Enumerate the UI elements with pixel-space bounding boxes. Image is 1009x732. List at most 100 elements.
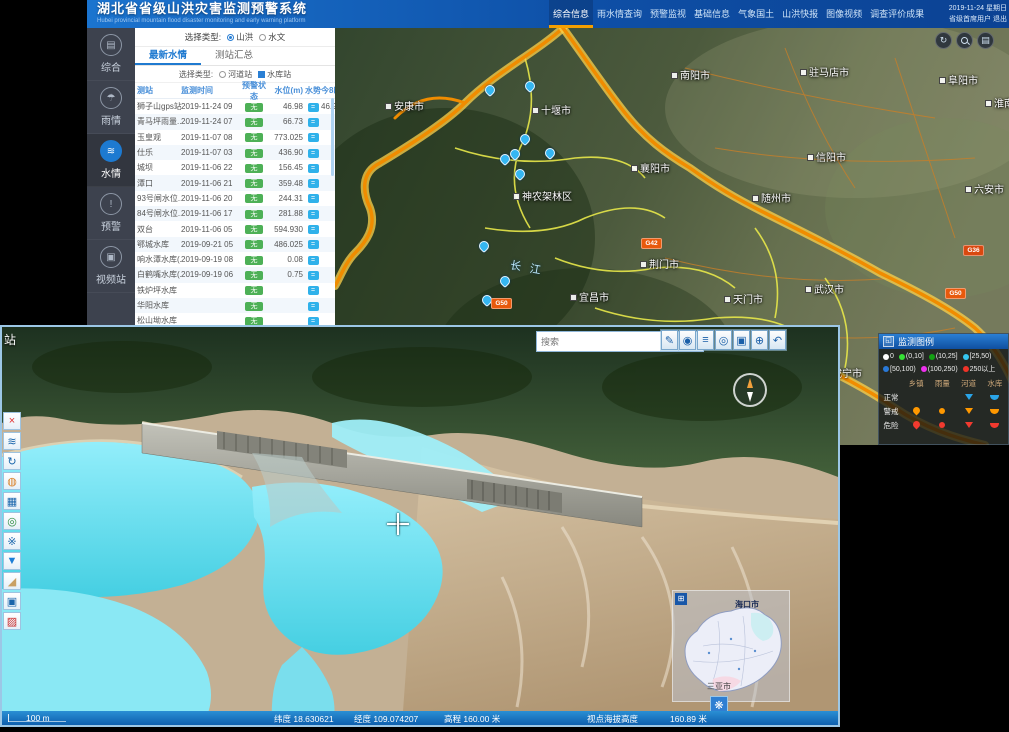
nav-item-4[interactable]: 气象国土 <box>734 0 778 28</box>
trend-icon[interactable]: = <box>308 240 319 249</box>
nav-item-3[interactable]: 基础信息 <box>690 0 734 28</box>
trend-icon[interactable]: = <box>308 225 319 234</box>
trend-icon[interactable]: = <box>308 164 319 173</box>
overview-inset-map[interactable]: ⊞ 海口市 三亚市 <box>672 590 790 702</box>
rain-scale-item: (0,10] <box>899 353 924 360</box>
flow-route-icon[interactable]: ↻ <box>3 452 21 470</box>
radar-icon[interactable]: ◎ <box>3 512 21 530</box>
rain-scale-item: [50,100) <box>883 364 916 374</box>
table-row[interactable]: 城坝2019-11-06 22无156.45= <box>135 160 335 175</box>
sidebar-icon-3: ! <box>100 193 122 215</box>
city-label: 驻马店市 <box>800 64 849 79</box>
trend-icon[interactable]: = <box>308 103 319 112</box>
compass-control[interactable] <box>733 373 767 407</box>
station-filter-option-1[interactable]: 水库站 <box>258 69 291 80</box>
trend-icon[interactable]: = <box>308 286 319 295</box>
trend-icon[interactable]: = <box>308 133 319 142</box>
trend-icon[interactable]: = <box>308 271 319 280</box>
table-row[interactable]: 93号闸水位..2019-11-06 20无244.31= <box>135 191 335 206</box>
table-row[interactable]: 仕乐2019-11-07 03无436.90= <box>135 145 335 160</box>
trend-icon[interactable]: = <box>308 210 319 219</box>
panel-scrollbar[interactable] <box>331 98 334 176</box>
type-filter-radio <box>227 34 234 41</box>
table-row[interactable]: 华阳水库无= <box>135 298 335 313</box>
station-filter-option-0[interactable]: 河道站 <box>219 69 252 80</box>
reset-view-icon[interactable]: ↻ <box>935 32 952 49</box>
search-input[interactable] <box>537 337 678 347</box>
sidebar-item-4[interactable]: ▣视频站 <box>87 240 135 293</box>
type-filter-option-1[interactable]: 水文 <box>259 31 285 43</box>
inset-corner-icon[interactable]: ⊞ <box>675 593 687 605</box>
table-row[interactable]: 白鹤嘴水库(..2019-09-19 06无0.75= <box>135 267 335 282</box>
legend-collapse-icon[interactable]: ◱ <box>883 336 894 347</box>
nav-item-5[interactable]: 山洪快报 <box>778 0 822 28</box>
splash-icon[interactable]: ※ <box>3 532 21 550</box>
危险-dot-icon <box>939 422 945 428</box>
sidebar-item-0[interactable]: ▤综合 <box>87 28 135 81</box>
vortex-icon[interactable]: ◍ <box>3 472 21 490</box>
globe-icon[interactable]: ⊕ <box>751 330 768 350</box>
water-level: 0.75 <box>267 270 305 279</box>
trend-icon[interactable]: = <box>308 179 319 188</box>
wave-grid-icon[interactable]: ▦ <box>3 492 21 510</box>
sidebar-item-1[interactable]: ☂雨情 <box>87 81 135 134</box>
trend-icon[interactable]: = <box>308 256 319 265</box>
trend-cell: = <box>305 102 321 112</box>
sidebar-item-2[interactable]: ≋水情 <box>87 134 135 187</box>
type-filter-option-0[interactable]: 山洪 <box>227 31 253 43</box>
trend-cell: = <box>305 255 321 265</box>
close-icon[interactable]: × <box>3 412 21 430</box>
nav-item-6[interactable]: 图像视频 <box>822 0 866 28</box>
panel-tab-1[interactable]: 测站汇总 <box>201 47 267 65</box>
nav-item-1[interactable]: 雨水情查询 <box>593 0 646 28</box>
clipped-label: 站 <box>4 331 16 348</box>
station-name: 93号闸水位.. <box>135 193 181 204</box>
table-row[interactable]: 双台2019-11-06 05无594.930= <box>135 221 335 236</box>
flood-submerge-icon[interactable]: ≋ <box>3 432 21 450</box>
profile-icon[interactable]: ▨ <box>3 612 21 630</box>
table-row[interactable]: 鄂城水库2019-09-21 05无486.025= <box>135 237 335 252</box>
sidebar-label: 水情 <box>101 165 121 180</box>
highway-shield: G50 <box>945 288 966 299</box>
image-icon[interactable]: ▣ <box>733 330 750 350</box>
trend-icon[interactable]: = <box>308 118 319 127</box>
rain-scale-label: [50,100) <box>890 366 916 373</box>
status-badge: 无 <box>245 179 263 188</box>
legend-symbol-cell <box>939 407 945 416</box>
nav-item-7[interactable]: 调查评价成果 <box>866 0 928 28</box>
table-row[interactable]: 玉皇观2019-11-07 08无773.025= <box>135 130 335 145</box>
sidebar-item-3[interactable]: !预警 <box>87 187 135 240</box>
table-row[interactable]: 潭口2019-11-06 21无359.48= <box>135 175 335 190</box>
user-logout[interactable]: 省级首席用户 退出 <box>929 14 1007 25</box>
viewport-icon[interactable]: ▣ <box>3 592 21 610</box>
monitor-time: 2019-11-24 09 <box>181 102 241 111</box>
table-row[interactable]: 铁炉坪水库无= <box>135 283 335 298</box>
trend-icon[interactable]: = <box>308 194 319 203</box>
rain-scale-item: 250以上 <box>963 364 996 374</box>
panel-tab-0[interactable]: 最新水情 <box>135 47 201 65</box>
table-row[interactable]: 狮子山gps站..2019-11-24 09无46.98=46.99 <box>135 99 335 114</box>
camera-icon[interactable]: ◉ <box>679 330 696 350</box>
rain-scale-legend: 0(0,10](10,25][25,50)[50,100)(100,250)25… <box>879 349 1008 374</box>
status-badge: 无 <box>245 103 263 112</box>
table-row[interactable]: 青马坪雨量..2019-11-24 07无66.73= <box>135 114 335 129</box>
eye-icon[interactable]: ◎ <box>715 330 732 350</box>
table-row[interactable]: 84号闸水位..2019-11-06 17无281.88= <box>135 206 335 221</box>
water-drop-icon[interactable]: ▼ <box>3 552 21 570</box>
layers-icon[interactable]: ▤ <box>977 32 994 49</box>
nav-item-2[interactable]: 预警监视 <box>646 0 690 28</box>
trend-icon[interactable]: = <box>308 302 319 311</box>
status-badge: 无 <box>245 210 263 219</box>
undo-icon[interactable]: ↶ <box>769 330 786 350</box>
nav-item-0[interactable]: 综合信息 <box>549 0 593 28</box>
trend-icon[interactable]: = <box>308 149 319 158</box>
terrain-icon[interactable]: ◢ <box>3 572 21 590</box>
city-label: 安康市 <box>385 98 424 113</box>
draw-chart-icon[interactable]: ✎ <box>661 330 678 350</box>
table-body: 狮子山gps站..2019-11-24 09无46.98=46.99青马坪雨量.… <box>135 99 335 328</box>
station-name: 仕乐 <box>135 147 181 158</box>
list-icon[interactable]: ≡ <box>697 330 714 350</box>
table-row[interactable]: 响水潭水库(..2019-09-19 08无0.08= <box>135 252 335 267</box>
table-col-header: 今8时水位 <box>321 85 335 96</box>
map-search-icon[interactable] <box>956 32 973 49</box>
